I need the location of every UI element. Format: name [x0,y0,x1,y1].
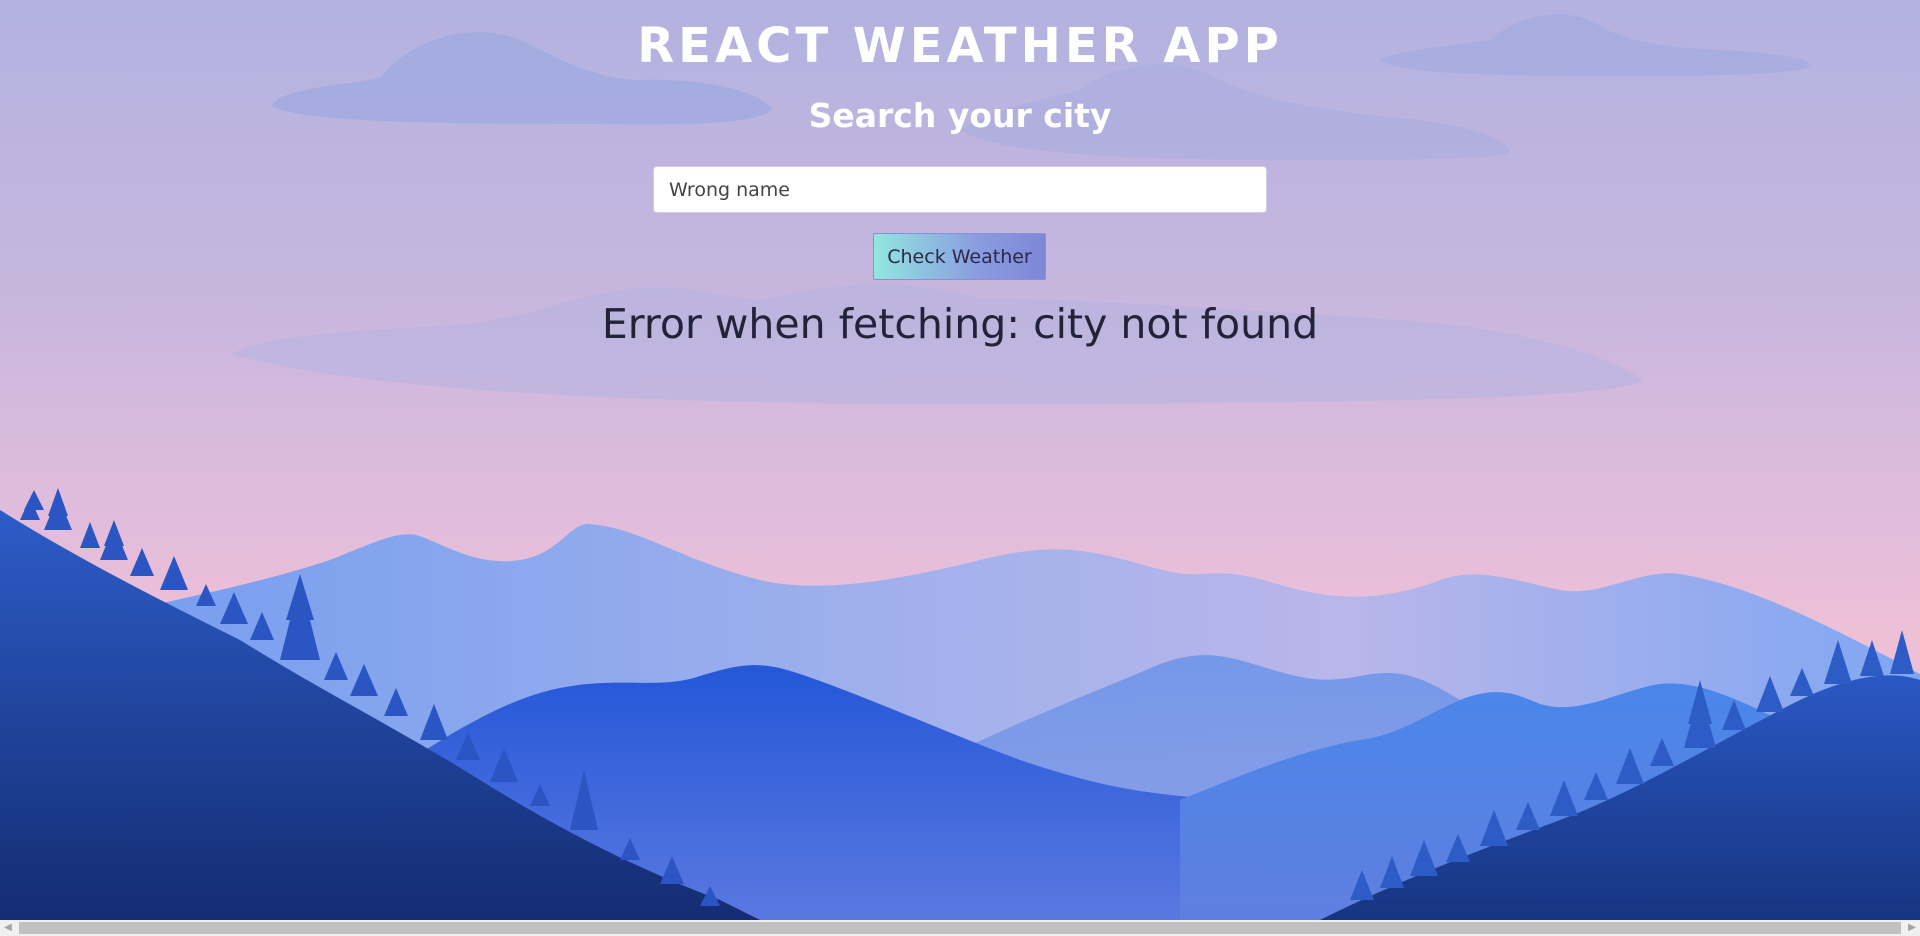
check-weather-button[interactable]: Check Weather [873,233,1046,280]
horizontal-scrollbar[interactable]: ◀ ▶ [0,920,1920,936]
city-search-input[interactable] [653,166,1267,213]
landscape-background [0,14,1920,920]
scroll-right-arrow-icon[interactable]: ▶ [1904,920,1920,936]
error-message: Error when fetching: city not found [601,300,1319,348]
page-viewport: REACT WEATHER APP Search your city Check… [0,0,1920,920]
scrollbar-thumb[interactable] [19,922,1901,934]
scroll-left-arrow-icon[interactable]: ◀ [0,920,16,936]
search-heading: Search your city [808,96,1112,135]
app-title: REACT WEATHER APP [637,18,1283,74]
